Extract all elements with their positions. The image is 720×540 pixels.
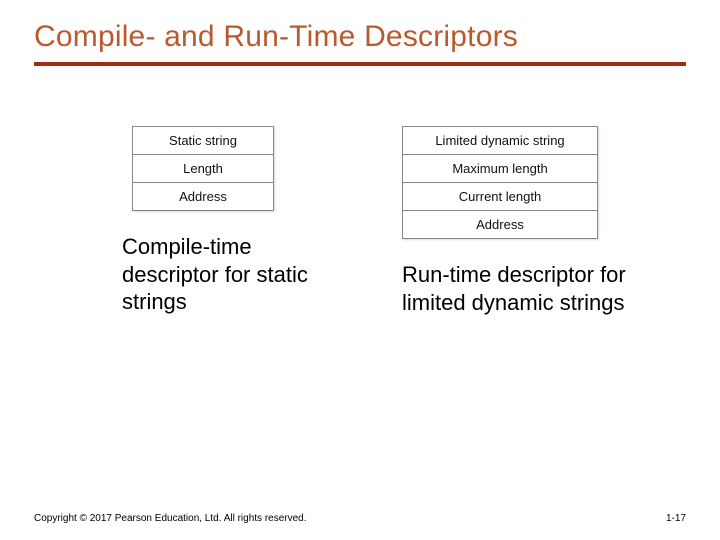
- left-caption: Compile-time descriptor for static strin…: [122, 233, 352, 316]
- table-cell: Maximum length: [403, 155, 597, 183]
- table-cell: Limited dynamic string: [403, 127, 597, 155]
- right-caption: Run-time descriptor for limited dynamic …: [402, 261, 632, 316]
- table-cell: Length: [133, 155, 273, 183]
- table-cell: Current length: [403, 183, 597, 211]
- table-cell: Static string: [133, 127, 273, 155]
- left-column: Static string Length Address Compile-tim…: [122, 126, 352, 316]
- right-column: Limited dynamic string Maximum length Cu…: [402, 126, 632, 316]
- footer: Copyright © 2017 Pearson Education, Ltd.…: [34, 513, 686, 524]
- content-row: Static string Length Address Compile-tim…: [34, 126, 686, 316]
- compile-time-descriptor-table: Static string Length Address: [132, 126, 274, 211]
- page-title: Compile- and Run-Time Descriptors: [34, 20, 686, 54]
- run-time-descriptor-table: Limited dynamic string Maximum length Cu…: [402, 126, 598, 239]
- table-cell: Address: [133, 183, 273, 210]
- table-cell: Address: [403, 211, 597, 238]
- copyright-text: Copyright © 2017 Pearson Education, Ltd.…: [34, 513, 307, 524]
- page-number: 1-17: [666, 513, 686, 524]
- title-rule: [34, 62, 686, 66]
- slide: Compile- and Run-Time Descriptors Static…: [0, 0, 720, 540]
